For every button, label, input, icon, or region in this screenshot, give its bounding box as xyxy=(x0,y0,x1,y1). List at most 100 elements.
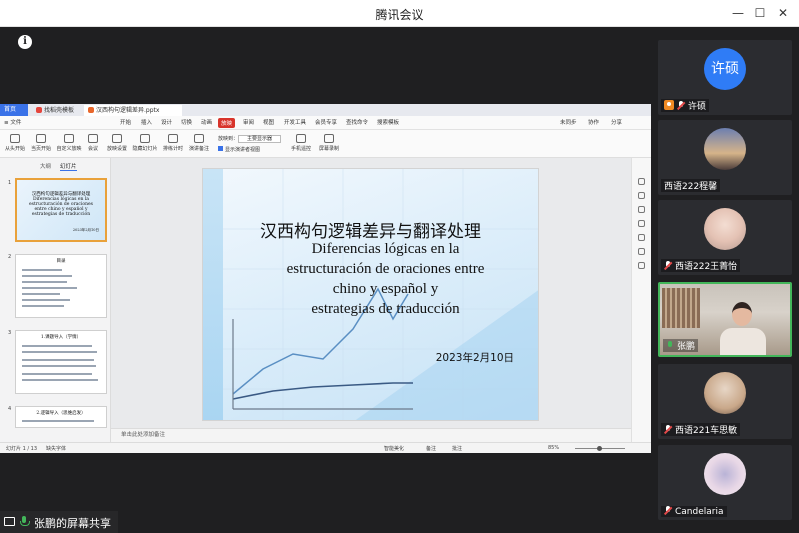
text-line xyxy=(22,269,62,271)
custom-show-icon xyxy=(64,134,74,143)
avatar xyxy=(704,453,746,495)
tab-document[interactable]: 汉西构句逻辑差异.pptx xyxy=(84,105,182,116)
slide-title-spanish-line: Diferencias lógicas en la xyxy=(311,241,460,257)
ribbon-rehearse[interactable]: 排练计时 xyxy=(160,132,186,152)
text-line xyxy=(22,287,77,289)
participant-tile[interactable]: 西语222王菁怡 xyxy=(658,200,792,275)
menu-find-command[interactable]: 查找命令 xyxy=(346,118,368,126)
thumb-number: 4 xyxy=(8,406,12,412)
smart-beautify[interactable]: 智能美化 xyxy=(384,445,404,452)
menu-unsynced[interactable]: 未同步 xyxy=(560,118,577,126)
ribbon-custom-show-label: 自定义放映 xyxy=(56,146,82,152)
screen-share-label: 张鹏的屏幕共享 xyxy=(34,517,111,530)
hide-slide-icon xyxy=(140,134,150,143)
thumb-number: 2 xyxy=(8,254,12,260)
participant-tile-active-speaker[interactable]: 张鹏 xyxy=(658,282,792,357)
menu-search-template[interactable]: 搜索模板 xyxy=(377,118,399,126)
thumbnail-title: 目录 xyxy=(56,259,66,264)
muted-mic-icon xyxy=(664,506,672,515)
menu-start[interactable]: 开始 xyxy=(120,118,131,126)
person-head xyxy=(732,302,752,326)
close-button[interactable]: ✕ xyxy=(773,4,793,22)
thumbnail-date: 2023年2月10日 xyxy=(72,228,99,232)
shape-tool-icon[interactable] xyxy=(638,192,645,199)
tab-template[interactable]: 找稻壳模板 xyxy=(32,105,80,116)
thumbnail-slide-1[interactable]: 汉西构句逻辑差异与翻译处理 Diferencias lógicas en la … xyxy=(15,178,107,242)
template-icon xyxy=(36,107,42,113)
ribbon-custom-show[interactable]: 自定义放映 xyxy=(56,132,82,152)
presenter-view-checkbox[interactable]: 显示演讲者视图 xyxy=(218,146,260,153)
slide-date: 2023年2月10日 xyxy=(435,352,514,364)
ribbon-speaker-notes[interactable]: 演讲备注 xyxy=(186,132,212,152)
thumbnail-slide-3[interactable]: 1.课题导入（学情） xyxy=(15,330,107,394)
missing-font[interactable]: 缺失字体 xyxy=(46,445,66,452)
menu-collaborate[interactable]: 协作 xyxy=(588,118,599,126)
notes-toggle[interactable]: 备注 xyxy=(426,445,436,452)
minimize-button[interactable]: — xyxy=(728,4,748,22)
menu-animation[interactable]: 动画 xyxy=(201,118,212,126)
thumbnail-slide-2[interactable]: 目录 xyxy=(15,254,107,318)
participant-name-tag: 西语222程馨 xyxy=(661,179,721,192)
phone-icon xyxy=(296,134,306,143)
play-current-icon xyxy=(36,134,46,143)
menu-insert[interactable]: 插入 xyxy=(141,118,152,126)
window-titlebar: 腾讯会议 — ☐ ✕ xyxy=(0,0,799,27)
maximize-button[interactable]: ☐ xyxy=(750,4,770,22)
ribbon-show-settings[interactable]: 放映设置 xyxy=(104,132,130,152)
menu-view[interactable]: 视图 xyxy=(263,118,274,126)
menu-review[interactable]: 审阅 xyxy=(243,118,254,126)
menu-slideshow[interactable]: 放映 xyxy=(218,118,236,128)
menu-developer[interactable]: 开发工具 xyxy=(284,118,306,126)
muted-mic-icon xyxy=(677,101,685,110)
ribbon-from-start[interactable]: 从头开始 xyxy=(2,132,28,152)
text-line xyxy=(22,345,92,347)
tab-home[interactable]: 首页 xyxy=(0,104,28,116)
wps-presentation-window: 首页 找稻壳模板 汉西构句逻辑差异.pptx ≡ 文件 开始 插入 设计 切换 … xyxy=(0,104,651,453)
comment-toggle[interactable]: 批注 xyxy=(452,445,462,452)
ribbon-screen-record-label: 屏幕录制 xyxy=(318,146,339,152)
avatar xyxy=(704,128,746,170)
tab-outline[interactable]: 大纲 xyxy=(40,162,51,170)
text-line xyxy=(22,379,98,381)
speaker-notes-field[interactable]: 单击此处添加备注 xyxy=(111,428,631,442)
ribbon-meeting[interactable]: 会议 xyxy=(80,132,106,152)
pin-tool-icon[interactable] xyxy=(638,248,645,255)
menu-transition[interactable]: 切换 xyxy=(181,118,192,126)
menu-member[interactable]: 会员专享 xyxy=(315,118,337,126)
cursor-tool-icon[interactable] xyxy=(638,178,645,185)
settings-tool-icon[interactable] xyxy=(638,262,645,269)
ribbon-screen-record[interactable]: 屏幕录制 xyxy=(316,132,342,152)
ribbon-hide-slide[interactable]: 隐藏幻灯片 xyxy=(132,132,158,152)
style-tool-icon[interactable] xyxy=(638,220,645,227)
tab-slides[interactable]: 幻灯片 xyxy=(60,162,77,171)
menu-file[interactable]: ≡ 文件 xyxy=(4,118,21,126)
slide-count: 幻灯片 1 / 13 xyxy=(6,446,37,452)
participant-tile[interactable]: 西语221车思敏 xyxy=(658,364,792,439)
ribbon-from-current[interactable]: 当页开始 xyxy=(28,132,54,152)
participant-tile[interactable]: 许硕 许硕 xyxy=(658,40,792,115)
ribbon-phone-remote[interactable]: 手机遥控 xyxy=(288,132,314,152)
record-icon xyxy=(324,134,334,143)
info-icon[interactable]: i xyxy=(18,35,32,49)
current-slide[interactable]: 汉西构句逻辑差异与翻译处理 Diferencias lógicas en la … xyxy=(202,168,539,421)
slide-editing-area: 汉西构句逻辑差异与翻译处理 Diferencias lógicas en la … xyxy=(111,158,631,442)
participant-tile[interactable]: 西语222程馨 xyxy=(658,120,792,195)
menu-share[interactable]: 分享 xyxy=(611,118,622,126)
window-title: 腾讯会议 xyxy=(375,8,424,22)
slide-thumbnail-panel: 大纲 幻灯片 1 汉西构句逻辑差异与翻译处理 Diferencias lógic… xyxy=(0,158,111,442)
zoom-slider-thumb[interactable] xyxy=(597,446,602,451)
menu-design[interactable]: 设计 xyxy=(161,118,172,126)
thumbnail-title: 汉西构句逻辑差异与翻译处理 Diferencias lógicas en la … xyxy=(29,192,93,217)
thumbnail-slide-4[interactable]: 2.逻辑导入（思维启发） xyxy=(15,406,107,428)
zoom-slider[interactable] xyxy=(575,446,625,451)
zoom-level[interactable]: 85% xyxy=(548,445,559,451)
thumbnail-title: 2.逻辑导入（思维启发） xyxy=(36,411,86,416)
animation-tool-icon[interactable] xyxy=(638,206,645,213)
wps-workspace: 大纲 幻灯片 1 汉西构句逻辑差异与翻译处理 Diferencias lógic… xyxy=(0,158,651,442)
text-line xyxy=(22,305,64,307)
help-tool-icon[interactable] xyxy=(638,234,645,241)
monitor-select[interactable]: 放映到： 主要显示器 xyxy=(218,135,282,143)
participant-tile[interactable]: Candelaria xyxy=(658,445,792,520)
screen-share-indicator[interactable]: 张鹏的屏幕共享 xyxy=(0,511,118,533)
participant-name: 张鹏 xyxy=(677,342,696,352)
